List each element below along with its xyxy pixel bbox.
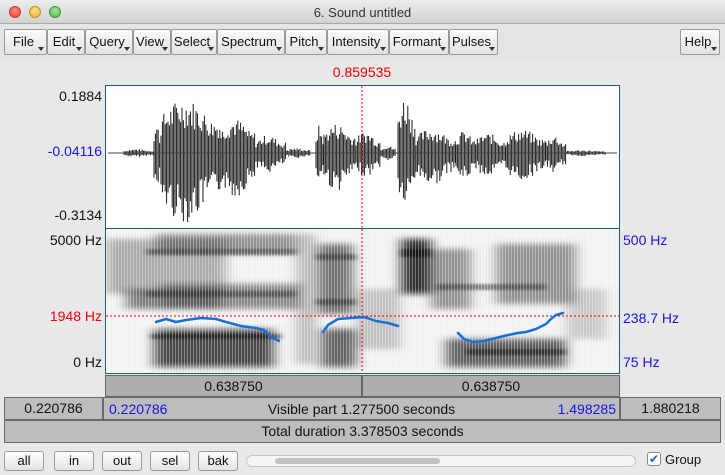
scrollbar-thumb[interactable] [275,458,440,464]
bottom-toolbar: all in out sel bak ✔ Group [0,444,725,475]
zoom-to-selection-button[interactable]: sel [150,451,190,471]
spectrogram-bottom-frequency-label: 0 Hz [73,354,102,370]
menu-formant[interactable]: Formant [389,29,449,55]
menu-bar: File Edit Query View Select Spectrum Pit… [0,24,725,62]
menu-formant-label: Formant [392,34,442,49]
waveform-panel[interactable] [105,85,620,229]
group-label: Group [665,452,702,467]
waveform-plot [108,86,617,228]
chevron-down-icon [124,47,130,51]
menu-select-label: Select [173,34,211,49]
menu-view-label: View [136,34,164,49]
menu-intensity-label: Intensity [331,34,381,49]
menu-pitch[interactable]: Pitch [285,29,327,55]
menu-query-label: Query [89,34,125,49]
visible-end-time: 1.498285 [557,401,616,417]
chevron-down-icon [76,47,82,51]
spectrogram-plot [106,229,619,373]
selection-right-part[interactable]: 0.638750 [362,375,620,397]
cursor-time-label: 0.859535 [332,64,392,80]
pitch-bottom-label: 75 Hz [623,354,660,370]
chevron-down-icon [162,47,168,51]
menu-edit[interactable]: Edit [47,29,85,55]
window-end-time[interactable]: 1.880218 [620,397,721,420]
menu-spectrum[interactable]: Spectrum [217,29,285,55]
menu-select[interactable]: Select [171,29,217,55]
spectrogram-panel[interactable] [105,229,620,374]
window-title: 6. Sound untitled [313,5,412,20]
zoom-out-button[interactable]: out [102,451,142,471]
waveform-signal [123,102,606,223]
zoom-back-button[interactable]: bak [198,451,238,471]
chevron-down-icon [380,47,386,51]
menu-file-label: File [13,34,34,49]
chevron-down-icon [276,47,282,51]
menu-intensity[interactable]: Intensity [327,29,389,55]
chevron-down-icon [208,47,214,51]
menu-pulses-label: Pulses [451,34,492,49]
visible-part-bar[interactable]: 0.220786 Visible part 1.277500 seconds 1… [103,397,620,420]
spectrogram-cursor-frequency-label: 1948 Hz [49,308,102,324]
waveform-max-label: 0.1884 [59,88,102,104]
pitch-cursor-label: 238.7 Hz [623,310,680,326]
chevron-down-icon [489,47,495,51]
chevron-down-icon [38,47,44,51]
menu-help-label: Help [684,34,712,49]
waveform-min-label: -0.3134 [54,207,102,223]
chevron-down-icon [318,47,324,51]
zoom-in-button[interactable]: in [54,451,94,471]
waveform-cursor-value-label: -0.04116 [47,143,102,159]
visible-part-row: 0.220786 0.220786 Visible part 1.277500 … [0,397,725,420]
pitch-top-label: 500 Hz [623,232,668,248]
group-checkbox[interactable]: ✔ [647,452,661,466]
chevron-down-icon [711,47,717,51]
selection-left-part[interactable]: 0.638750 [105,375,362,397]
title-bar: 6. Sound untitled [0,0,725,24]
sound-editor-window: 6. Sound untitled File Edit Query View S… [0,0,725,475]
total-duration-bar[interactable]: Total duration 3.378503 seconds [4,420,721,443]
zoom-all-button[interactable]: all [4,451,44,471]
menu-view[interactable]: View [133,29,171,55]
menu-pitch-label: Pitch [289,34,319,49]
horizontal-scrollbar[interactable] [246,455,636,467]
window-start-time[interactable]: 0.220786 [4,397,103,420]
menu-help[interactable]: Help [680,29,720,55]
spectrogram-top-frequency-label: 5000 Hz [49,232,102,248]
menu-file[interactable]: File [4,29,47,55]
menu-query[interactable]: Query [85,29,133,55]
visible-part-label: Visible part 1.277500 seconds [267,401,456,417]
chevron-down-icon [440,47,446,51]
menu-edit-label: Edit [52,34,76,49]
menu-spectrum-label: Spectrum [221,34,277,49]
menu-pulses[interactable]: Pulses [449,29,498,55]
